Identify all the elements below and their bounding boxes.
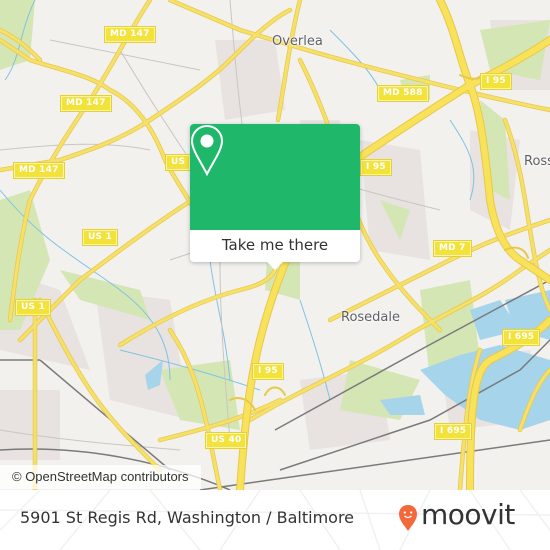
- destination-popup[interactable]: Take me there: [190, 124, 360, 270]
- address-text: 5901 St Regis Rd, Washington / Baltimore: [20, 508, 355, 527]
- road-shield-us1: US 1: [83, 230, 117, 245]
- road-shield-us40: US 40: [206, 433, 247, 448]
- road-shield-us: US: [166, 155, 191, 170]
- road-shield-i95: I 95: [253, 364, 283, 379]
- location-pin-icon: [190, 124, 224, 176]
- footer-bar: 5901 St Regis Rd, Washington / Baltimore…: [0, 490, 550, 550]
- moovit-logo-pin-icon: [399, 505, 417, 531]
- place-label-overlea: Overlea: [272, 34, 323, 49]
- popup-header: [190, 124, 360, 230]
- road-shield-md147: MD 147: [61, 96, 111, 111]
- road-shield-i695: I 695: [503, 330, 540, 345]
- attribution-text[interactable]: © OpenStreetMap contributors: [12, 469, 189, 484]
- road-shield-md147: MD 147: [14, 163, 64, 178]
- road-shield-md147: MD 147: [105, 27, 155, 42]
- road-shield-i95: I 95: [481, 74, 511, 89]
- road-shield-i695: I 695: [435, 424, 472, 439]
- popup-pointer: [267, 262, 283, 270]
- moovit-logo-text: moovit: [421, 498, 515, 531]
- road-shield-md7: MD 7: [434, 241, 471, 256]
- take-me-there-button[interactable]: Take me there: [190, 230, 360, 262]
- road-shield-us1: US 1: [16, 300, 50, 315]
- road-shield-i95: I 95: [361, 160, 391, 175]
- place-label-ross: Ross: [524, 154, 550, 169]
- map-attribution[interactable]: © OpenStreetMap contributors: [0, 465, 201, 489]
- place-label-rosedale: Rosedale: [341, 310, 401, 325]
- road-shield-md588: MD 588: [378, 86, 428, 101]
- map-view[interactable]: Overlea Rosedale Ross MD 147 MD 147 MD 1…: [0, 0, 550, 490]
